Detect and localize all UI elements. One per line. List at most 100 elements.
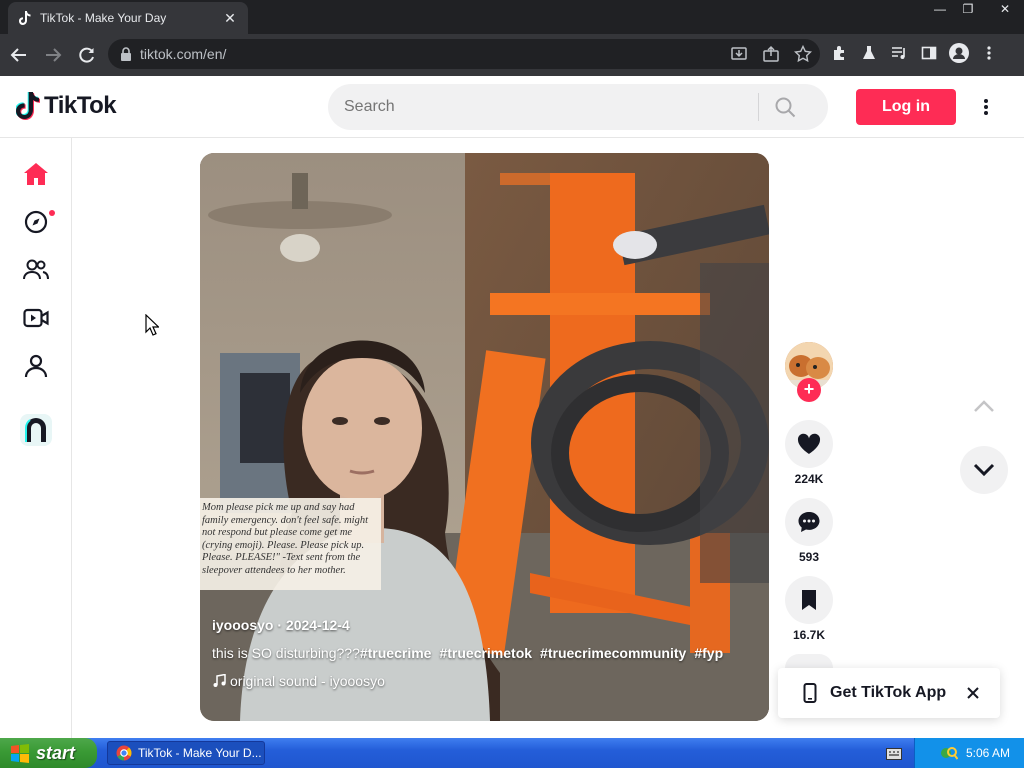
previous-video-button[interactable]	[960, 382, 1008, 430]
phone-icon	[800, 683, 820, 703]
vertical-dots-icon	[984, 99, 988, 115]
notification-dot	[49, 210, 55, 216]
sidebar-item-home[interactable]	[20, 158, 52, 190]
share-button-partial[interactable]	[785, 654, 833, 668]
windows-taskbar: start TikTok - Make Your D... 5:06 AM	[0, 738, 1024, 768]
tiktok-favicon-icon	[18, 11, 32, 25]
comment-bubble-icon	[798, 512, 820, 532]
search-bar	[328, 84, 828, 130]
task-label: TikTok - Make Your D...	[138, 746, 262, 760]
back-button[interactable]	[4, 40, 34, 70]
video-author-line: iyooosyo · 2024-12-4	[212, 617, 723, 633]
sidebar-item-following[interactable]	[20, 254, 52, 286]
search-button[interactable]	[759, 84, 811, 130]
login-button[interactable]: Log in	[856, 89, 956, 125]
lock-icon	[121, 47, 131, 61]
get-app-close-button[interactable]	[962, 682, 984, 704]
windows-flag-icon	[11, 744, 29, 763]
url-text: tiktok.com/en/	[140, 46, 227, 62]
close-icon	[967, 687, 979, 699]
video-caption-overlay: Mom please pick me up and say had family…	[200, 498, 381, 590]
search-icon	[775, 97, 796, 118]
app-arch-icon	[20, 414, 52, 446]
like-count: 224K	[794, 472, 824, 486]
like-button[interactable]	[785, 420, 833, 468]
arrow-right-icon	[46, 48, 62, 62]
clock: 5:06 AM	[965, 746, 1010, 760]
logo-text: TikTok	[44, 92, 117, 119]
network-search-icon	[940, 747, 958, 760]
hashtag[interactable]: #truecrimecommunity	[540, 645, 686, 661]
browser-tab-strip: TikTok - Make Your Day ✕ — ❐ ✕	[0, 0, 1024, 34]
profile-icon	[24, 354, 48, 378]
description-text: this is SO disturbing???	[212, 645, 360, 661]
mouse-cursor	[145, 313, 160, 336]
chevron-down-icon	[973, 463, 995, 477]
video-date: 2024-12-4	[285, 617, 350, 633]
arrow-left-icon	[10, 48, 26, 62]
sidebar-item-app[interactable]	[20, 414, 52, 446]
live-camera-icon	[23, 308, 49, 328]
reload-icon	[79, 47, 94, 63]
chrome-menu-icon[interactable]	[978, 42, 1000, 64]
bookmark-icon	[802, 590, 816, 610]
start-label: start	[36, 742, 76, 763]
video-music[interactable]: original sound - iyooosyo	[212, 673, 723, 689]
media-queue-icon[interactable]	[888, 42, 910, 64]
search-input[interactable]	[328, 98, 758, 116]
taskbar-chrome-item[interactable]: TikTok - Make Your D...	[107, 741, 265, 765]
hashtag[interactable]: #truecrime	[360, 645, 432, 661]
minimize-button[interactable]: —	[926, 0, 954, 18]
extensions-icon[interactable]	[828, 42, 850, 64]
home-icon	[24, 163, 48, 185]
tiktok-header: TikTok Log in	[0, 76, 1024, 138]
browser-tab[interactable]: TikTok - Make Your Day ✕	[8, 2, 248, 34]
get-app-banner[interactable]: Get TikTok App	[778, 668, 1000, 718]
start-button[interactable]: start	[0, 738, 97, 768]
browser-toolbar: tiktok.com/en/	[0, 34, 1024, 76]
more-options-button[interactable]	[974, 93, 998, 121]
save-button[interactable]	[785, 576, 833, 624]
system-tray: 5:06 AM	[914, 738, 1024, 768]
tiktok-logo-icon	[16, 92, 40, 120]
bookmark-star-icon[interactable]	[792, 43, 814, 65]
share-icon[interactable]	[760, 43, 782, 65]
chrome-browser-icon	[116, 745, 132, 761]
following-users-icon	[23, 259, 49, 280]
video-author[interactable]: iyooosyo	[212, 617, 273, 633]
sidebar-item-live[interactable]	[20, 302, 52, 334]
comment-count: 593	[798, 550, 820, 564]
heart-icon	[797, 433, 821, 454]
arrow-cursor-icon	[145, 313, 160, 336]
music-title: original sound - iyooosyo	[230, 673, 385, 689]
tab-close-icon[interactable]: ✕	[222, 10, 238, 27]
music-note-icon	[213, 674, 226, 687]
restore-button[interactable]: ❐	[954, 0, 982, 18]
meta-separator: ·	[277, 617, 286, 633]
next-video-button[interactable]	[960, 446, 1008, 494]
address-bar[interactable]: tiktok.com/en/	[108, 39, 820, 69]
tab-title: TikTok - Make Your Day	[40, 11, 167, 25]
chevron-up-icon	[974, 400, 994, 412]
keyboard-layout-icon[interactable]	[886, 747, 902, 765]
follow-button[interactable]: +	[797, 378, 821, 402]
comment-button[interactable]	[785, 498, 833, 546]
reload-button[interactable]	[72, 40, 102, 70]
forward-button[interactable]	[38, 40, 68, 70]
install-app-icon[interactable]	[728, 43, 750, 65]
left-sidebar	[0, 138, 72, 738]
get-app-label: Get TikTok App	[830, 684, 947, 701]
tiktok-logo[interactable]: TikTok	[16, 92, 117, 120]
profile-avatar-icon[interactable]	[948, 42, 970, 64]
video-player[interactable]: Mom please pick me up and say had family…	[200, 153, 769, 721]
hashtag[interactable]: #truecrimetok	[439, 645, 532, 661]
video-meta: iyooosyo · 2024-12-4 this is SO disturbi…	[212, 617, 723, 689]
compass-icon	[24, 210, 48, 234]
sidebar-item-profile[interactable]	[20, 350, 52, 382]
window-controls: — ❐ ✕	[926, 0, 1024, 18]
side-panel-icon[interactable]	[918, 42, 940, 64]
hashtag[interactable]: #fyp	[694, 645, 723, 661]
sidebar-item-explore[interactable]	[20, 206, 55, 238]
window-close-button[interactable]: ✕	[982, 0, 1024, 18]
labs-flask-icon[interactable]	[858, 42, 880, 64]
